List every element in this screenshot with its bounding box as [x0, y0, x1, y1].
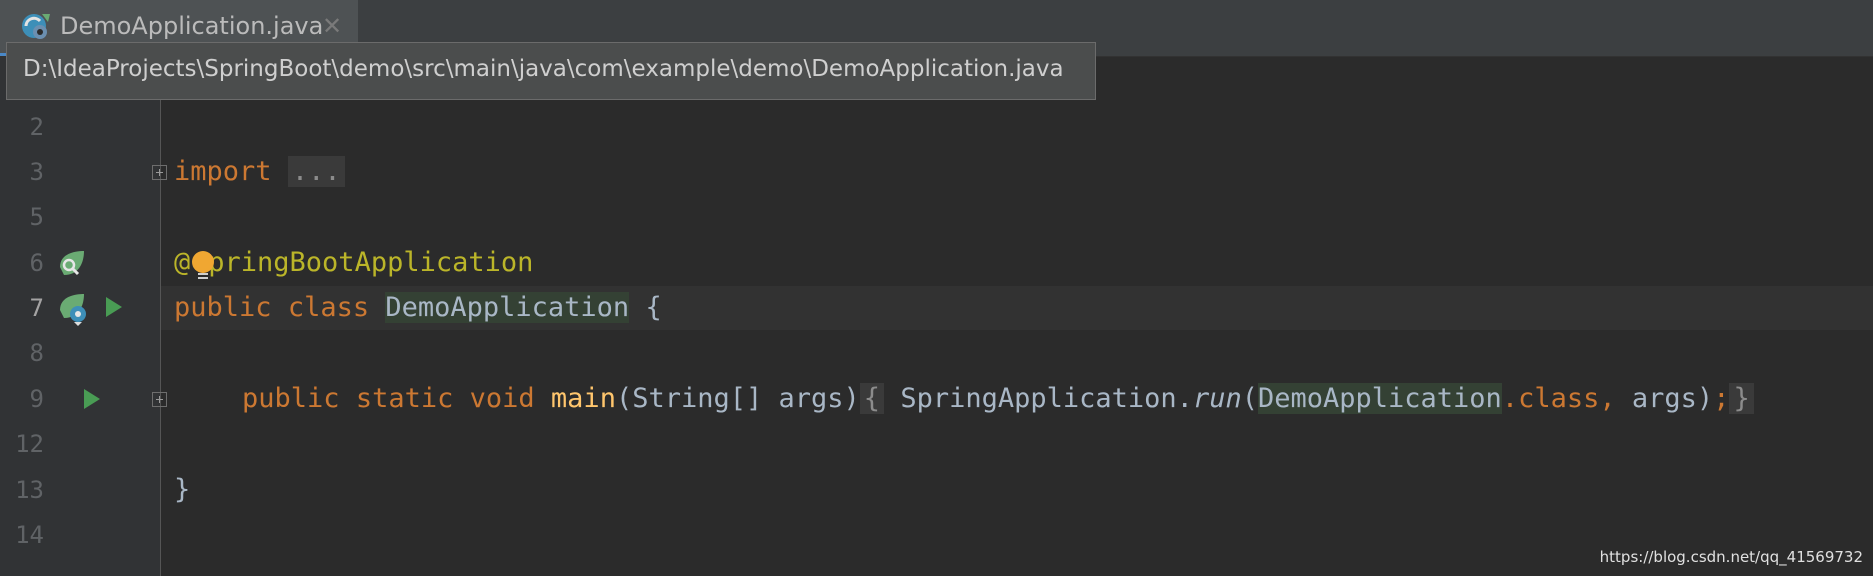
run-main-icon[interactable] [82, 387, 102, 411]
keyword: import [174, 156, 272, 187]
fold-expand-main[interactable] [152, 392, 167, 407]
keyword: .class [1501, 383, 1600, 414]
run-icon[interactable] [104, 295, 124, 319]
spring-bean-search-icon[interactable] [56, 247, 88, 279]
brace: } [174, 474, 191, 505]
class-name: DemoApplication [385, 292, 630, 323]
line-number: 12 [15, 430, 44, 458]
params: (String[] args) [615, 383, 860, 414]
class-ref: SpringApplication. [900, 383, 1193, 414]
folded-imports[interactable]: ... [287, 156, 345, 187]
close-icon[interactable]: ✕ [322, 12, 342, 40]
line-number: 2 [29, 113, 44, 141]
watermark: https://blog.csdn.net/qq_41569732 [1599, 548, 1863, 566]
paren: ( [1241, 383, 1258, 414]
line-number: 6 [29, 249, 44, 277]
class-ref-highlight: DemoApplication [1257, 383, 1502, 414]
spring-context-icon[interactable] [56, 290, 92, 326]
paren: ) [1696, 383, 1714, 414]
code-line-annotation: @ pringBootApplication [174, 241, 533, 285]
line-number: 5 [29, 203, 44, 231]
lightbulb-icon[interactable] [190, 250, 216, 282]
line-number: 14 [15, 521, 44, 549]
code-line-import: import ... [174, 150, 345, 194]
semicolon: ; [1713, 383, 1730, 414]
fold-brace-close: } [1729, 383, 1754, 414]
fold-expand-imports[interactable] [152, 165, 167, 180]
file-path: D:\IdeaProjects\SpringBoot\demo\src\main… [23, 56, 1064, 82]
keyword: static [355, 383, 454, 414]
annotation-name: pringBootApplication [208, 247, 534, 278]
tab-title: DemoApplication.java [60, 12, 324, 40]
keyword: public [242, 383, 340, 414]
brace: { [645, 292, 662, 323]
line-number: 9 [29, 385, 44, 413]
line-number: 3 [29, 158, 44, 186]
arg: args [1631, 383, 1697, 414]
file-path-tooltip: D:\IdeaProjects\SpringBoot\demo\src\main… [6, 42, 1096, 100]
spring-class-icon [22, 14, 50, 39]
line-number-current: 7 [29, 294, 44, 322]
method-call: run [1192, 383, 1242, 414]
keyword: class [287, 292, 370, 323]
line-number: 8 [29, 339, 44, 367]
annotation-at: @ [174, 247, 191, 278]
keyword: void [469, 383, 535, 414]
comma: , [1599, 383, 1632, 414]
fold-brace-open: { [859, 383, 885, 414]
code-line-class-decl: public class DemoApplication { [174, 286, 662, 330]
code-line-close: } [174, 468, 190, 512]
code-line-main: public static void main(String[] args){ … [242, 377, 1754, 421]
method-name: main [550, 383, 616, 414]
line-number: 13 [15, 476, 44, 504]
keyword: public [174, 292, 272, 323]
